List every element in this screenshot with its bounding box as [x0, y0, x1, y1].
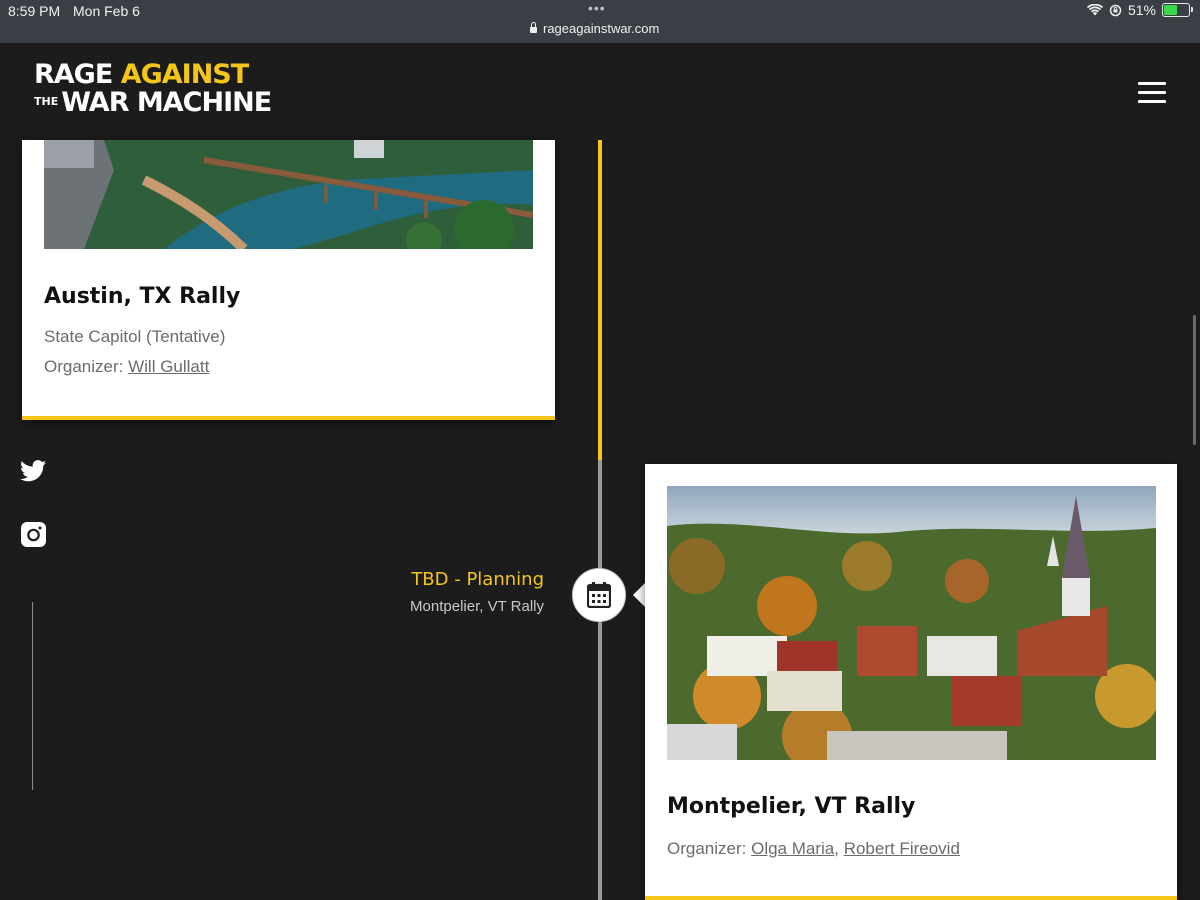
event-card-austin: Austin, TX Rally State Capitol (Tentativ… — [22, 140, 555, 420]
card-title: Austin, TX Rally — [44, 284, 241, 309]
hamburger-icon[interactable] — [1138, 82, 1166, 104]
site-logo[interactable]: RAGE AGAINST THE WAR MACHINE — [34, 61, 274, 121]
calendar-icon[interactable] — [572, 568, 626, 622]
status-date: Mon Feb 6 — [73, 3, 140, 19]
logo-rage: RAGE — [34, 59, 113, 90]
battery-icon — [1162, 3, 1193, 17]
side-divider — [32, 602, 33, 790]
scrollbar[interactable] — [1193, 315, 1196, 445]
logo-against: AGAINST — [120, 59, 249, 90]
multitasking-dots[interactable]: ••• — [588, 0, 606, 16]
organizer-link[interactable]: Robert Fireovid — [844, 839, 960, 858]
status-bar: 8:59 PM Mon Feb 6 ••• rageagainstwar.com… — [0, 0, 1200, 43]
card-pointer — [633, 583, 645, 607]
card-location: State Capitol (Tentative) — [44, 327, 226, 346]
status-time: 8:59 PM — [8, 3, 61, 19]
card-accent-bar — [645, 896, 1177, 900]
card-title: Montpelier, VT Rally — [667, 794, 916, 819]
organizer-label: Organizer: — [667, 839, 752, 858]
site-header: RAGE AGAINST THE WAR MACHINE — [0, 43, 1200, 140]
card-organizer: Organizer: Olga Maria, Robert Fireovid — [667, 839, 960, 859]
event-date: TBD - Planning — [411, 569, 544, 590]
organizer-link[interactable]: Will Gullatt — [128, 357, 209, 376]
instagram-icon[interactable] — [21, 522, 46, 547]
wifi-icon — [1086, 4, 1103, 16]
organizer-link[interactable]: Olga Maria — [751, 839, 834, 858]
battery-percent: 51% — [1127, 2, 1156, 18]
status-indicators: 51% — [1086, 2, 1193, 18]
organizer-label: Organizer: — [44, 357, 129, 376]
timeline-line-active — [598, 140, 602, 460]
event-card-montpelier: Montpelier, VT Rally Organizer: Olga Mar… — [645, 464, 1177, 900]
address-bar[interactable]: rageagainstwar.com — [530, 21, 659, 36]
lock-icon — [530, 22, 537, 33]
logo-war-machine: WAR MACHINE — [61, 87, 272, 118]
event-name: Montpelier, VT Rally — [410, 598, 544, 615]
montpelier-photo — [667, 486, 1156, 760]
logo-the: THE — [34, 95, 59, 108]
austin-photo — [44, 140, 533, 249]
orientation-lock-icon — [1109, 4, 1122, 17]
timeline-line — [598, 460, 602, 900]
organizer-separator: , — [834, 839, 844, 858]
url-text: rageagainstwar.com — [543, 21, 660, 36]
battery-fill — [1164, 5, 1178, 15]
twitter-icon[interactable] — [20, 460, 46, 482]
card-organizer: Organizer: Will Gullatt — [44, 357, 209, 377]
